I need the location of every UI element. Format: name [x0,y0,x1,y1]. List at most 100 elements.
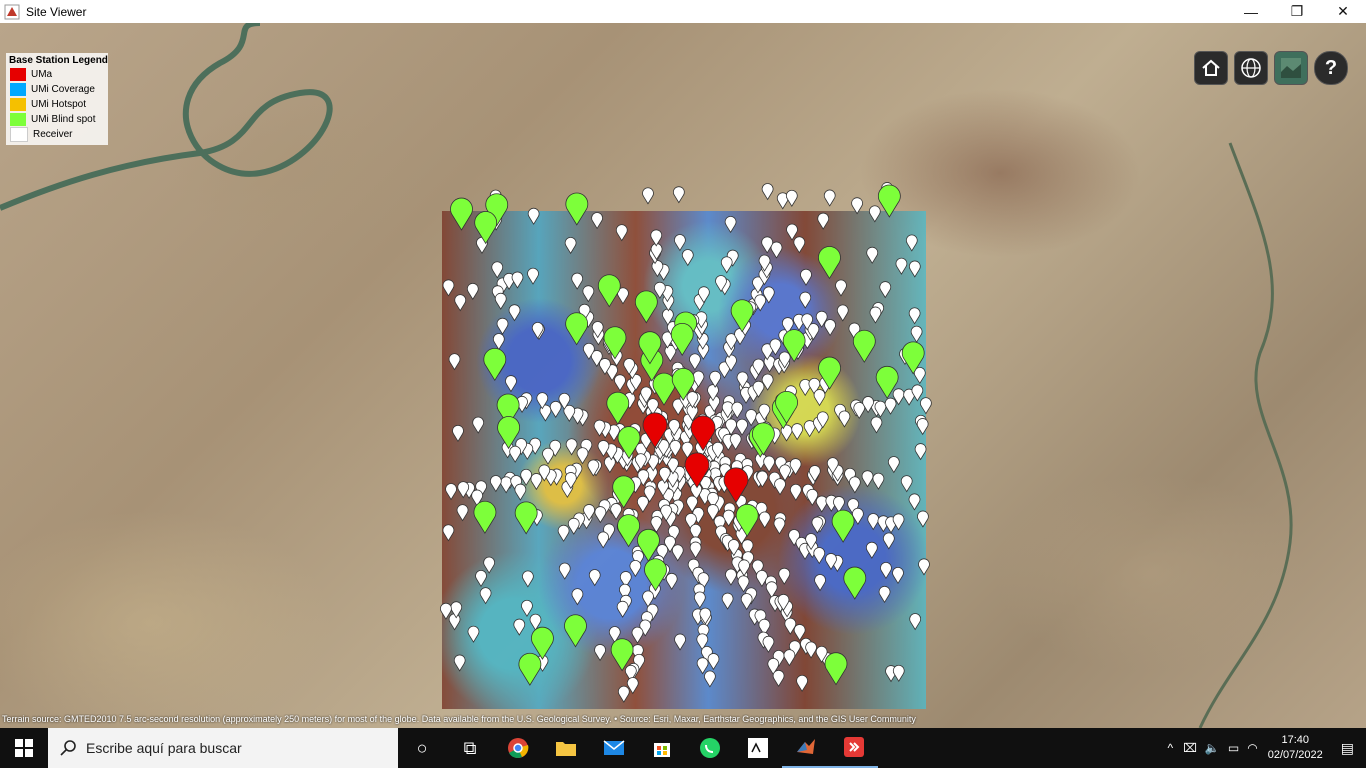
receiver-marker[interactable] [814,574,826,592]
receiver-marker[interactable] [783,649,796,667]
receiver-marker[interactable] [567,517,580,535]
volume-icon[interactable]: 🔈 [1205,741,1220,755]
clock[interactable]: 17:40 02/07/2022 [1268,733,1323,763]
task-view-button[interactable]: ⧉ [446,728,494,768]
receiver-marker[interactable] [674,633,686,651]
receiver-marker[interactable] [918,558,930,576]
receiver-marker[interactable] [779,464,791,482]
receiver-marker[interactable] [558,562,571,580]
receiver-marker[interactable] [805,641,817,659]
umi-blind-spot-marker[interactable] [606,391,630,425]
umi-blind-spot-marker[interactable] [617,514,640,548]
receiver-marker[interactable] [774,478,786,496]
receiver-marker[interactable] [549,400,562,419]
umi-blind-spot-marker[interactable] [877,184,901,218]
receiver-marker[interactable] [762,635,775,653]
receiver-marker[interactable] [565,438,578,456]
receiver-marker[interactable] [542,447,554,465]
receiver-marker[interactable] [472,416,485,434]
receiver-marker[interactable] [909,613,922,631]
receiver-marker[interactable] [916,418,929,436]
help-button[interactable]: ? [1314,51,1348,85]
receiver-marker[interactable] [597,440,610,458]
store-button[interactable] [638,728,686,768]
camera-icon[interactable]: ⌧ [1183,741,1197,755]
receiver-marker[interactable] [514,483,527,501]
receiver-marker[interactable] [761,183,774,201]
receiver-marker[interactable] [872,472,885,490]
receiver-marker[interactable] [824,319,836,337]
receiver-marker[interactable] [815,495,828,513]
umi-blind-spot-marker[interactable] [565,192,589,226]
receiver-marker[interactable] [785,189,798,207]
receiver-marker[interactable] [671,544,684,562]
receiver-marker[interactable] [610,503,623,521]
receiver-marker[interactable] [505,375,517,393]
receiver-marker[interactable] [865,541,878,559]
minimize-button[interactable]: — [1228,0,1274,23]
receiver-marker[interactable] [736,418,748,436]
receiver-marker[interactable] [674,234,686,252]
taskbar-search[interactable]: Escribe aquí para buscar [48,728,398,768]
receiver-marker[interactable] [867,513,880,531]
receiver-marker[interactable] [868,205,881,223]
start-button[interactable] [0,728,48,768]
receiver-marker[interactable] [693,591,706,609]
umi-blind-spot-marker[interactable] [450,197,473,231]
umi-blind-spot-marker[interactable] [644,558,667,592]
receiver-marker[interactable] [564,237,577,255]
receiver-marker[interactable] [800,268,812,286]
receiver-marker[interactable] [789,483,802,501]
receiver-marker[interactable] [866,246,879,264]
restore-button[interactable]: ❐ [1274,0,1320,23]
umi-blind-spot-marker[interactable] [634,290,658,324]
receiver-marker[interactable] [908,260,921,278]
receiver-marker[interactable] [772,669,785,688]
receiver-marker[interactable] [696,657,709,675]
receiver-marker[interactable] [724,216,737,234]
receiver-marker[interactable] [778,567,791,585]
receiver-marker[interactable] [848,476,861,494]
receiver-marker[interactable] [791,423,804,441]
receiver-marker[interactable] [813,389,826,407]
receiver-marker[interactable] [672,186,685,204]
receiver-marker[interactable] [773,517,786,535]
receiver-marker[interactable] [838,410,851,428]
receiver-marker[interactable] [836,304,849,322]
receiver-marker[interactable] [681,249,694,267]
receiver-marker[interactable] [511,271,524,289]
receiver-marker[interactable] [919,397,932,415]
receiver-marker[interactable] [521,570,534,588]
receiver-marker[interactable] [799,291,812,309]
receiver-marker[interactable] [811,516,824,534]
matlab-button[interactable] [782,728,830,768]
receiver-marker[interactable] [892,664,905,682]
receiver-marker[interactable] [729,433,742,451]
mail-button[interactable] [590,728,638,768]
receiver-marker[interactable] [453,654,466,672]
receiver-marker[interactable] [665,572,678,591]
receiver-marker[interactable] [704,670,716,688]
receiver-marker[interactable] [689,353,701,371]
receiver-marker[interactable] [882,532,895,550]
receiver-marker[interactable] [456,504,469,522]
receiver-marker[interactable] [629,560,642,578]
receiver-marker[interactable] [879,281,892,299]
receiver-marker[interactable] [740,593,753,611]
receiver-marker[interactable] [454,294,467,312]
receiver-marker[interactable] [725,568,737,586]
receiver-marker[interactable] [479,587,492,605]
umi-blind-spot-marker[interactable] [565,312,588,346]
receiver-marker[interactable] [870,416,883,434]
receiver-marker[interactable] [527,207,540,225]
receiver-marker[interactable] [475,570,487,588]
receiver-marker[interactable] [917,510,929,528]
umi-blind-spot-marker[interactable] [483,347,507,382]
receiver-marker[interactable] [636,495,649,513]
receiver-marker[interactable] [594,644,606,662]
receiver-marker[interactable] [835,279,847,297]
receiver-marker[interactable] [494,292,507,310]
receiver-marker[interactable] [500,476,513,494]
receiver-marker[interactable] [884,397,897,415]
receiver-marker[interactable] [761,236,774,254]
